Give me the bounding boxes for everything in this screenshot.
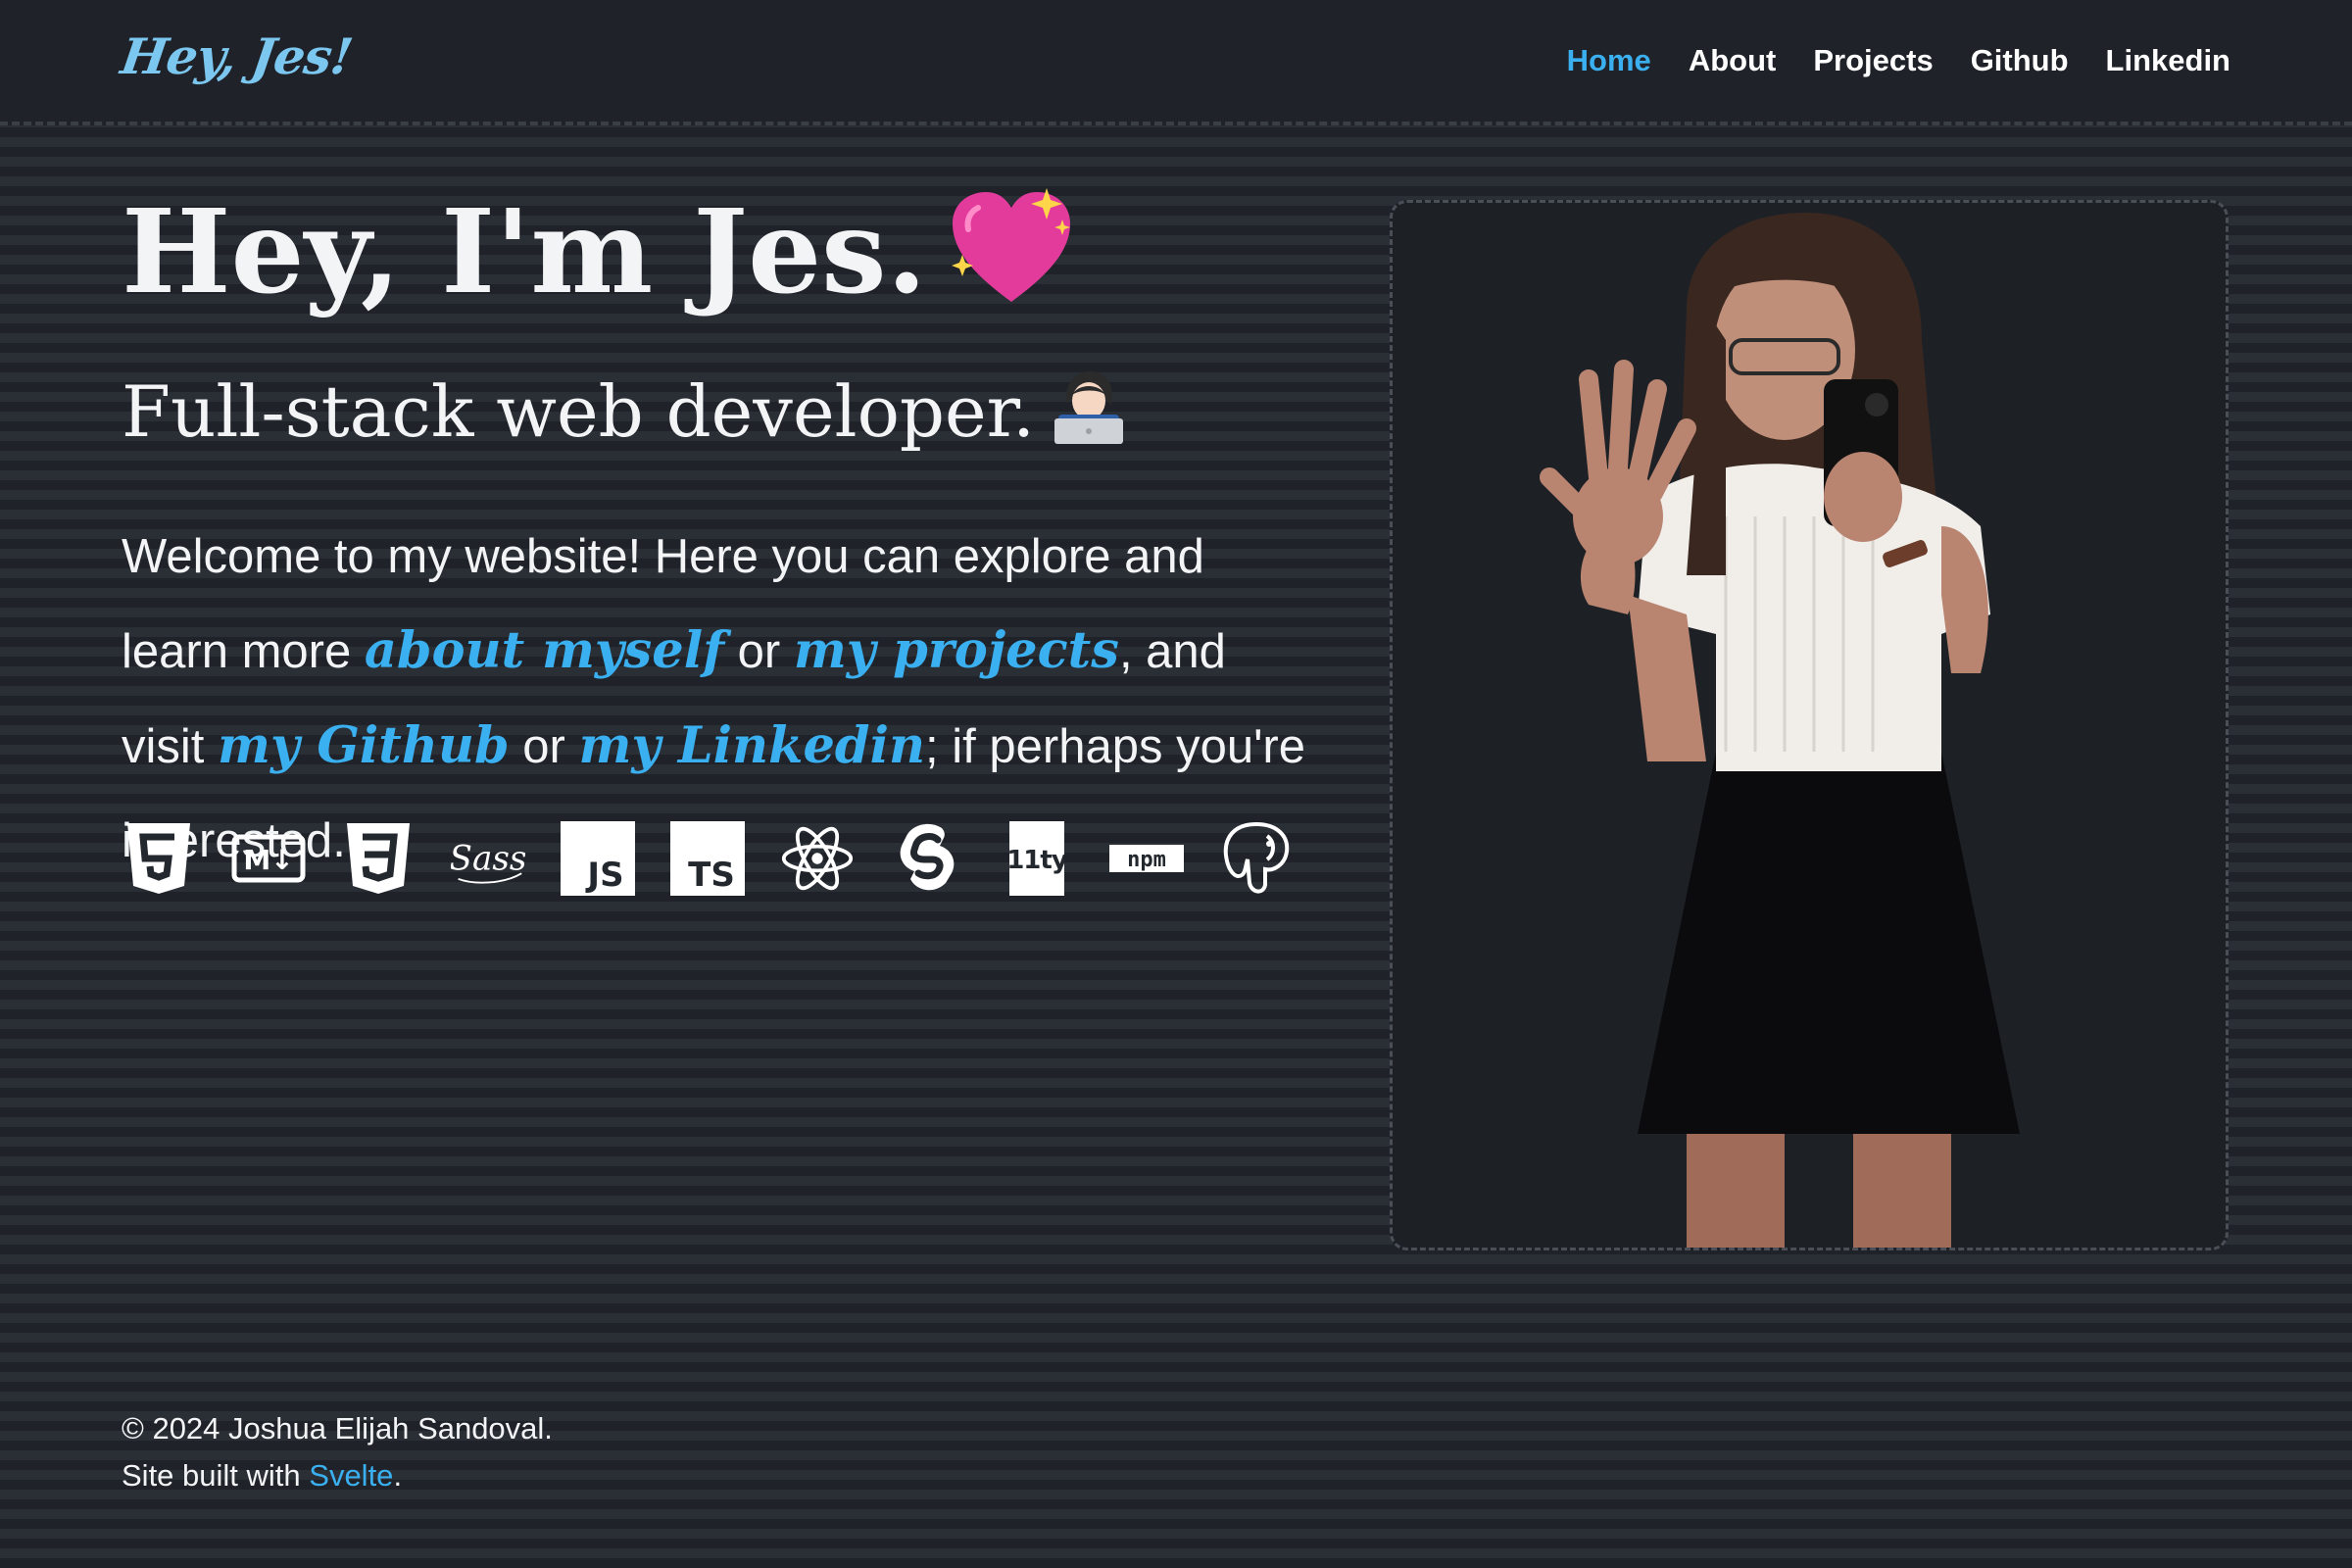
hero-subtitle: Full-stack web developer. [122, 370, 1124, 455]
sass-icon-label: Sass [451, 839, 525, 878]
my-projects-link[interactable]: my projects [794, 621, 1119, 680]
javascript-icon-label: JS [585, 856, 623, 895]
top-navbar: Hey, Jes! Home About Projects Github Lin… [0, 0, 2352, 125]
hero-subtitle-text: Full-stack web developer. [122, 370, 1036, 453]
nav-about-link[interactable]: About [1689, 43, 1777, 78]
main-nav: Home About Projects Github Linkedin [1567, 43, 2230, 78]
nav-linkedin-link[interactable]: Linkedin [2106, 43, 2230, 78]
javascript-icon: JS [561, 821, 635, 896]
intro-text: or [724, 625, 794, 678]
my-github-link[interactable]: my Github [218, 716, 510, 775]
sparkling-heart-icon [949, 186, 1074, 325]
copyright-text: © 2024 Joshua Elijah Sandoval. [122, 1411, 553, 1446]
typescript-icon: TS [670, 821, 745, 896]
about-myself-link[interactable]: about myself [365, 621, 724, 680]
sass-icon: Sass [451, 821, 525, 896]
eleventy-icon-label: 11ty [1009, 846, 1064, 875]
portrait-photo [1390, 200, 2229, 1250]
built-with-prefix: Site built with [122, 1458, 310, 1493]
built-with-text: Site built with Svelte. [122, 1452, 553, 1499]
hero-title: Hey, I'm Jes. [122, 187, 1074, 325]
eleventy-icon: 11ty [1000, 821, 1074, 896]
npm-icon: npm [1109, 821, 1184, 896]
css3-icon [341, 821, 416, 896]
react-icon [780, 821, 855, 896]
svelte-link[interactable]: Svelte [309, 1458, 393, 1493]
hero-title-text: Hey, I'm Jes. [122, 183, 927, 319]
markdown-icon: M↓ [231, 821, 306, 896]
technologist-icon [1054, 369, 1124, 455]
my-linkedin-link[interactable]: my Linkedin [578, 716, 925, 775]
tech-stack-icons: M↓ Sass JS TS 11ty npm [122, 821, 1294, 896]
built-with-suffix: . [393, 1458, 403, 1493]
nav-github-link[interactable]: Github [1971, 43, 2069, 78]
nav-home-link[interactable]: Home [1567, 43, 1651, 78]
typescript-icon-label: TS [688, 856, 735, 895]
site-logo[interactable]: Hey, Jes! [118, 27, 356, 85]
svelte-icon [890, 821, 964, 896]
intro-text: or [509, 720, 579, 773]
nav-projects-link[interactable]: Projects [1813, 43, 1933, 78]
markdown-icon-label: M↓ [243, 844, 293, 876]
html5-icon [122, 821, 196, 896]
site-footer: © 2024 Joshua Elijah Sandoval. Site buil… [122, 1405, 553, 1499]
npm-icon-label: npm [1127, 848, 1166, 872]
postgresql-icon [1219, 821, 1294, 896]
